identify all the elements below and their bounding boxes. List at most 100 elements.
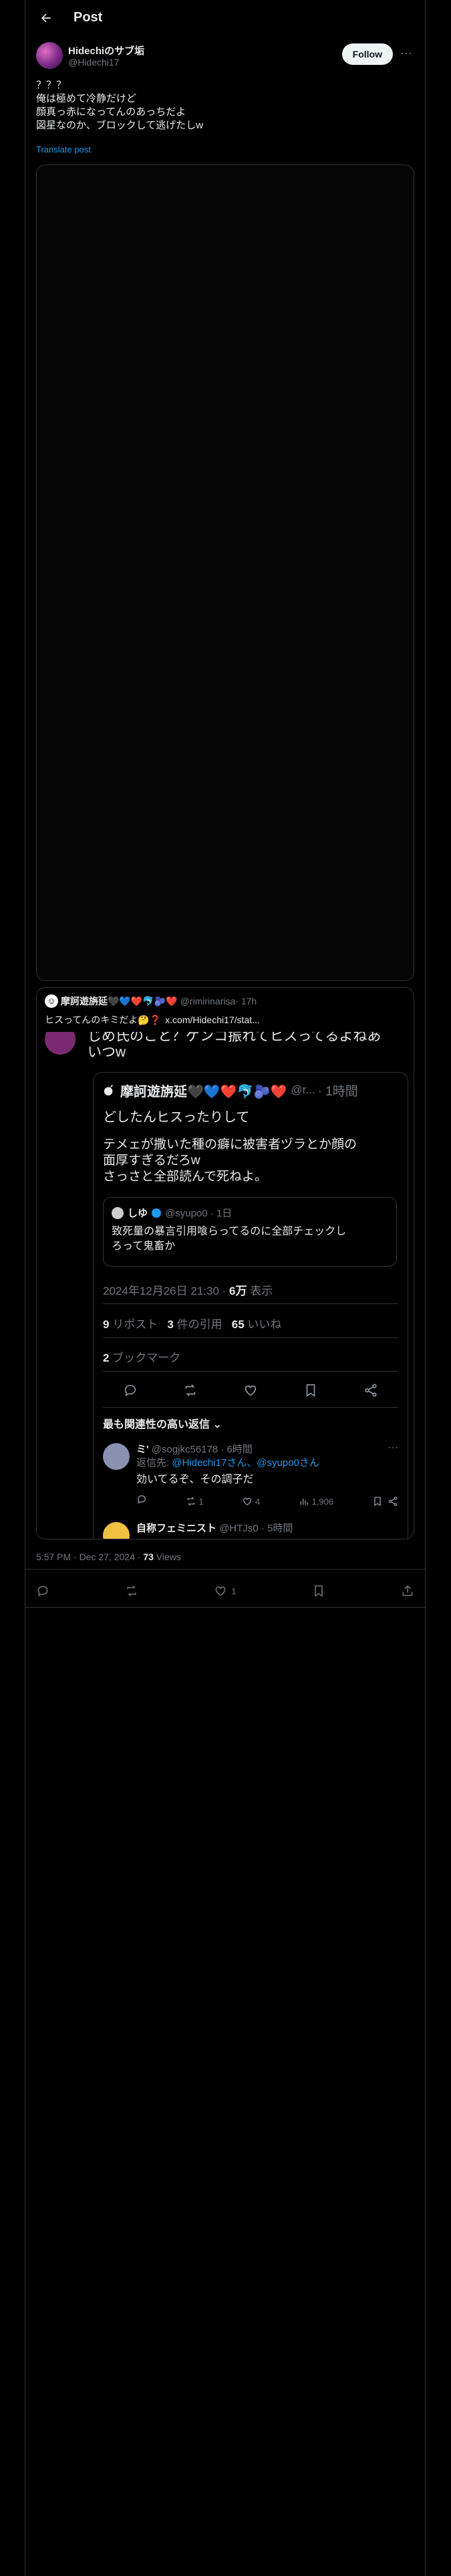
inner-likes-label: いいね (247, 1318, 282, 1331)
inner-reply: ミ' @sogjkc56178 · 6時間 ··· 返信先: @Hidechi1… (94, 1440, 408, 1514)
post-line: 顔真っ赤になってんのあっちだよ (36, 106, 186, 118)
inner-quotes-count: 3 (167, 1318, 174, 1331)
inner-post-time: · 1時間 (317, 1084, 358, 1099)
quoted-post[interactable]: ☺ 摩訶遊旃延🖤💙❤️🐬🫐❤️ @rimirinarisa · 17h ヒスって… (36, 987, 414, 1539)
divider (103, 1407, 398, 1408)
reply-header: 自称フェミニスト @HTJs0 · 5時間 (136, 1521, 293, 1535)
back-button[interactable] (35, 7, 57, 29)
like-icon (243, 1497, 252, 1506)
inner-action-bar (103, 1374, 398, 1407)
like-button[interactable]: 1 (214, 1584, 237, 1598)
like-count: 1 (231, 1586, 237, 1596)
quote-header: ☺ 摩訶遊旃延🖤💙❤️🐬🫐❤️ @rimirinarisa · 17h (45, 994, 257, 1008)
screenshot-text-line: いつw (88, 1045, 126, 1060)
screenshot-avatar (45, 1032, 76, 1055)
reply-repost-count: 1 (198, 1496, 204, 1507)
action-bar: 1 (36, 1576, 414, 1606)
post-text: ？？？ 俺は極めて冷静だけど 顔真っ赤になってんのあっちだよ 図星なのか、ブロッ… (36, 79, 203, 132)
inner-reposts-label: リポスト (112, 1318, 158, 1331)
reply-view-count: 1,906 (311, 1496, 334, 1507)
inner-post-line: 面厚すぎるだろw (103, 1154, 200, 1168)
top-bar: Post (25, 0, 425, 35)
main-column: Post Hidechiのサブ垢 @Hidechi17 Follow ··· ？… (25, 0, 426, 2576)
inner-author-name: 摩訶遊旃延🖤💙❤️🐬🫐❤️ (120, 1084, 287, 1099)
page-title: Post (73, 10, 103, 25)
divider (103, 1337, 398, 1338)
reply-text: 効いてるぞ、その調子だ (136, 1474, 254, 1485)
inner-views-label: 表示 (250, 1285, 273, 1297)
quote-avatar: ☺ (45, 994, 58, 1008)
inner-post-line: テメェが撒いた種の癖に被害者ヅラとか顔の (103, 1138, 357, 1152)
reply-author: 自称フェミニスト (136, 1523, 217, 1534)
divider (25, 1607, 425, 1608)
like-icon (215, 1586, 226, 1596)
quote-author-name: 摩訶遊旃延🖤💙❤️🐬🫐❤️ (61, 996, 178, 1006)
quote-time: · 17h (235, 996, 257, 1006)
inner-author-handle: @r... (291, 1083, 315, 1096)
post-line: ？？？ (36, 80, 67, 91)
like-icon (245, 1385, 257, 1396)
inner-quote-header: しゆ @syupo0 · 1日 (112, 1206, 232, 1220)
author-handle[interactable]: @Hidechi17 (68, 57, 119, 68)
avatar[interactable] (36, 42, 63, 69)
repost-button[interactable] (125, 1584, 138, 1598)
reply-avatar (103, 1443, 130, 1470)
share-icon (365, 1384, 377, 1397)
verified-badge-icon (152, 1208, 162, 1218)
repost-icon (185, 1384, 196, 1396)
reply-icon (137, 1495, 146, 1504)
translate-link[interactable]: Translate post (36, 144, 91, 154)
inner-reposts-count: 9 (103, 1318, 110, 1331)
bookmark-button[interactable] (312, 1584, 325, 1598)
inner-post-header: 摩訶遊旃延🖤💙❤️🐬🫐❤️ @r... · 1時間 (103, 1081, 358, 1099)
arrow-left-icon (41, 13, 51, 22)
follow-button[interactable]: Follow (341, 43, 393, 65)
reply-header: ミ' @sogjkc56178 · 6時間 (136, 1442, 253, 1456)
quote-link[interactable]: x.com/Hidechi17/stat... (165, 1014, 260, 1025)
repost-icon (187, 1497, 195, 1506)
inner-post-line: さっさと全部読んで死ねよ。 (103, 1170, 268, 1184)
bomb-icon (104, 1085, 114, 1096)
inner-date-text: 2024年12月26日 21:30 · (103, 1285, 230, 1297)
bookmark-icon (306, 1384, 315, 1397)
post-meta: 5:57 PM · Dec 27, 2024 · 73 Views (36, 1551, 181, 1562)
more-icon[interactable]: ··· (398, 46, 414, 62)
inner-post-body: テメェが撒いた種の癖に被害者ヅラとか顔の 面厚すぎるだろw さっさと全部読んで死… (103, 1137, 357, 1185)
reply-icon (37, 1586, 48, 1597)
post-media[interactable] (36, 165, 414, 981)
inner-post-stats: 9 リポスト 3 件の引用 65 いいね (103, 1315, 281, 1331)
screenshot-text-line: じめ氏のこと？ゲンコ振れてヒスってるよねあ (88, 1032, 382, 1044)
reply-to-prefix: 返信先: (136, 1457, 172, 1469)
reply-meta: @sogjkc56178 · 6時間 (151, 1444, 253, 1455)
quote-body: ヒスってんのキミだよ🤔❓ (45, 1014, 162, 1025)
inner-quote-line: 致死量の暴言引用喰らってるのに全部チェックし (112, 1226, 347, 1237)
inner-quotes-label: 件の引用 (176, 1318, 222, 1331)
quote-text: ヒスってんのキミだよ🤔❓ x.com/Hidechi17/stat... (45, 1013, 260, 1027)
share-icon (388, 1497, 398, 1506)
reply-action-bar: 1 4 1,906 (136, 1494, 398, 1509)
reply-button[interactable] (36, 1584, 49, 1598)
inner-quote-text: 致死量の暴言引用喰らってるのに全部チェックし ろって鬼畜か (112, 1224, 379, 1254)
reply-to: 返信先: @Hidechi17さん、@syupo0さん (136, 1455, 319, 1469)
post-timestamp[interactable]: 5:57 PM · Dec 27, 2024 · (36, 1551, 143, 1562)
reply-meta: @HTJs0 · 5時間 (219, 1523, 293, 1534)
inner-likes-count: 65 (231, 1318, 245, 1331)
views-label: Views (156, 1551, 181, 1562)
bookmark-icon (374, 1497, 381, 1507)
reply-avatar (103, 1522, 130, 1539)
repost-icon (127, 1585, 136, 1597)
screenshot-inner-post: 摩訶遊旃延🖤💙❤️🐬🫐❤️ @r... · 1時間 どしたんヒスったりして テメ… (93, 1072, 408, 1539)
inner-post-text: どしたんヒスったりして (103, 1110, 250, 1125)
reply-sort-label: 最も関連性の高い返信 ⌄ (103, 1419, 222, 1430)
inner-bookmarks-label: ブックマーク (112, 1352, 181, 1364)
inner-reply: 自称フェミニスト @HTJs0 · 5時間 (94, 1519, 408, 1539)
quote-screenshot-image: じめ氏のこと？ゲンコ振れてヒスってるよねあ いつw 摩訶遊旃延🖤💙❤️🐬🫐❤️ … (37, 1032, 414, 1539)
inner-quote-line: ろって鬼畜か (112, 1241, 176, 1252)
reply-to-users: @Hidechi17さん、@syupo0さん (172, 1457, 319, 1469)
reply-like-count: 4 (255, 1496, 261, 1507)
views-icon (300, 1499, 308, 1505)
inner-post-date: 2024年12月26日 21:30 · 6万 表示 (103, 1281, 273, 1298)
author-name[interactable]: Hidechiのサブ垢 (68, 43, 144, 58)
post-line: 図星なのか、ブロックして逃げたしw (36, 120, 204, 131)
share-button[interactable] (401, 1584, 414, 1598)
